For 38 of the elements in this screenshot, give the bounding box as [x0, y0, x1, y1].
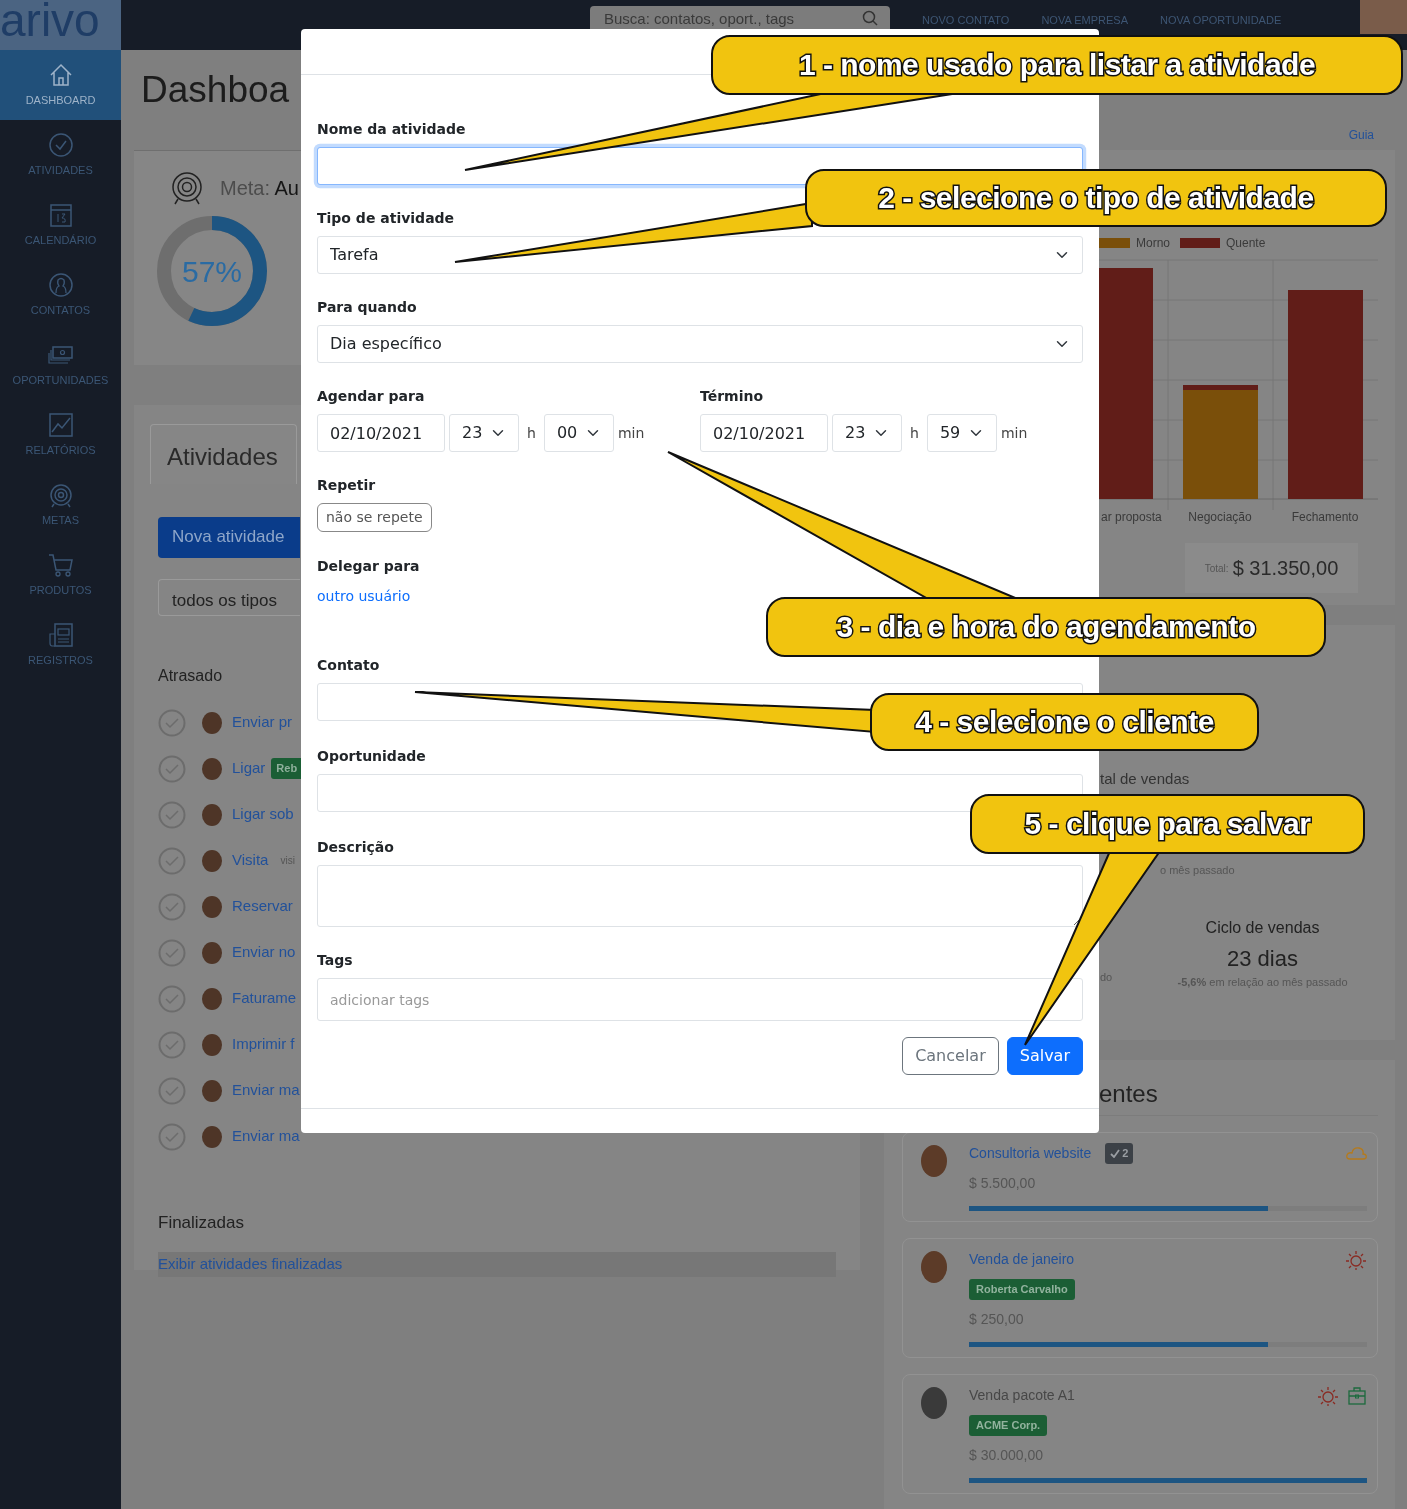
page-title: Dashboa [141, 68, 290, 112]
goal-percent: 57% [182, 253, 242, 290]
tag-label: ACME Corp. [969, 1415, 1048, 1436]
callout-text: 5 - clique para salvar [1023, 806, 1312, 842]
legend-label: Morno [1136, 236, 1170, 250]
legend-label: Quente [1226, 236, 1266, 250]
axis-label: ar proposta [1101, 510, 1162, 524]
axis-label: Fechamento [1291, 510, 1359, 524]
field-label: Descrição [317, 838, 395, 857]
total-value: $ 31.350,00 [1232, 556, 1339, 581]
stat-title: Ciclo de vendas [1204, 918, 1321, 938]
callout-text: 3 - dia e hora do agendamento [835, 609, 1257, 645]
callout-text: 4 - selecione o cliente [914, 704, 1215, 740]
unit-label: h [910, 423, 919, 443]
goal-title: Meta: Au [220, 176, 299, 201]
callout-text: 2 - selecione o tipo de atividade [877, 180, 1315, 216]
section-heading: Atrasado [158, 665, 223, 686]
unit-label: min [617, 423, 645, 443]
field-label: Repetir [317, 476, 377, 495]
tag-label: Reb [271, 758, 303, 779]
callout-text: 1 - nome usado para listar a atividade [797, 47, 1317, 83]
field-label: Contato [317, 656, 381, 675]
field-label: Tags [317, 951, 354, 970]
tag-label: Roberta Carvalho [969, 1279, 1075, 1300]
section-heading: Finalizadas [158, 1211, 245, 1234]
field-label: Para quando [317, 298, 418, 317]
field-label: Nome da atividade [317, 120, 467, 139]
field-label: Agendar para [317, 387, 426, 406]
axis-label: Negociação [1188, 510, 1252, 524]
stat-title: tal de vendas [1100, 769, 1190, 789]
unit-label: min [1000, 423, 1028, 443]
field-label: Oportunidade [317, 747, 427, 766]
field-label: Tipo de atividade [317, 209, 456, 228]
field-label: Término [700, 387, 765, 406]
unit-label: h [527, 423, 536, 443]
stat-value: 23 dias [1226, 945, 1299, 973]
field-label: Delegar para [317, 557, 421, 576]
count-value: 2 [1122, 1146, 1129, 1162]
